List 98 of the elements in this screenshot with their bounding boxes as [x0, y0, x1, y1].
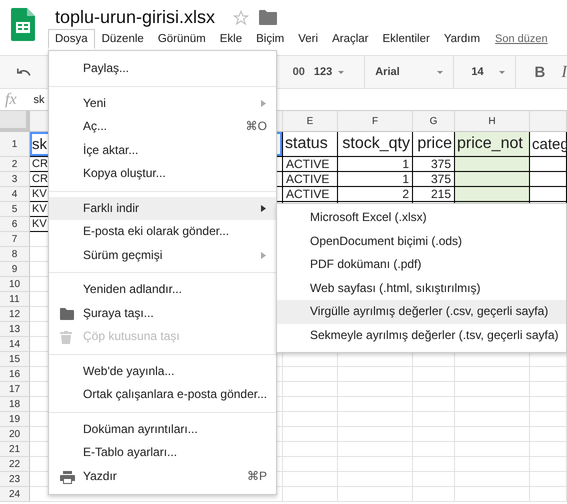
row-number[interactable]: 14	[0, 337, 30, 352]
submenu-arrow-icon	[261, 100, 266, 106]
menu-bar-item[interactable]: Dosya	[48, 29, 95, 49]
menu-bar-item[interactable]: Araçlar	[325, 29, 376, 49]
menu-item[interactable]: Virgülle ayrılmış değerler (.csv, geçerli sayfa)	[277, 300, 566, 324]
menu-item[interactable]: E-Tablo ayarları...	[49, 441, 276, 464]
last-edit-link[interactable]: Son düzen	[495, 33, 548, 45]
row-number[interactable]: 7	[0, 232, 30, 247]
menu-bar-item[interactable]: Yardım	[436, 29, 488, 49]
row-number[interactable]: 20	[0, 427, 30, 442]
table-cell[interactable]	[455, 187, 530, 202]
menu-item[interactable]: Şuraya taşı...	[49, 302, 276, 325]
shortcut-label: ⌘O	[246, 118, 267, 135]
menu-item[interactable]: Yeni	[49, 92, 276, 115]
number-format-dropdown[interactable]: 123	[314, 66, 344, 78]
spreadsheet-logo-icon[interactable]	[11, 8, 35, 41]
table-cell[interactable]: 1	[338, 157, 413, 172]
table-cell[interactable]	[455, 172, 530, 187]
row-number[interactable]: 1	[0, 132, 30, 157]
menu-item[interactable]: İçe aktar...	[49, 138, 276, 162]
row-number[interactable]: 18	[0, 397, 30, 412]
row-number[interactable]: 17	[0, 382, 30, 397]
column-header[interactable]: E	[283, 111, 338, 132]
row-number[interactable]: 12	[0, 307, 30, 322]
formula-field[interactable]: sk	[34, 94, 45, 106]
menu-item[interactable]: Microsoft Excel (.xlsx)	[277, 206, 566, 230]
font-size-dropdown[interactable]: 14	[471, 56, 516, 88]
menu-item[interactable]: Kopya oluştur...	[49, 162, 276, 186]
table-cell[interactable]: status	[283, 132, 338, 157]
folder-icon	[60, 308, 74, 320]
menu-item[interactable]: Sürüm geçmişi	[49, 244, 276, 267]
row-number[interactable]: 9	[0, 262, 30, 277]
row-number[interactable]: 13	[0, 322, 30, 337]
table-cell[interactable]: 2	[338, 187, 413, 202]
caret-icon	[338, 70, 344, 74]
column-header[interactable]: G	[413, 111, 455, 132]
table-cell[interactable]: 1	[338, 172, 413, 187]
caret-icon	[499, 70, 506, 74]
menu-item[interactable]: Ortak çalışanlara e-posta gönder...	[49, 383, 276, 406]
select-all-corner[interactable]	[0, 111, 30, 132]
menu-item[interactable]: Paylaş...	[49, 57, 276, 80]
table-cell[interactable]	[530, 172, 567, 187]
menu-bar-item[interactable]: Eklentiler	[376, 29, 437, 49]
document-title[interactable]: toplu-urun-girisi.xlsx	[55, 7, 216, 28]
caret-icon	[437, 70, 444, 74]
menu-item[interactable]: E-posta eki olarak gönder...	[49, 220, 276, 244]
table-cell[interactable]: ACTIVE	[283, 157, 338, 172]
table-cell[interactable]	[530, 187, 567, 202]
menu-item[interactable]: Yeniden adlandır...	[49, 278, 276, 302]
row-number[interactable]: 6	[0, 217, 30, 232]
menu-item[interactable]: Farklı indir	[49, 196, 276, 220]
printer-icon	[60, 470, 75, 484]
table-cell[interactable]: stock_qty	[338, 132, 413, 157]
bold-button[interactable]: B	[534, 64, 546, 80]
row-number[interactable]: 21	[0, 442, 30, 457]
table-cell[interactable]: price_not	[455, 132, 530, 157]
menu-bar-item[interactable]: Düzenle	[94, 29, 151, 49]
menu-bar-item[interactable]: Ekle	[212, 29, 250, 49]
menu-bar-item[interactable]: Veri	[291, 29, 326, 49]
font-dropdown[interactable]: Arial	[364, 56, 454, 88]
menu-item[interactable]: PDF dokümanı (.pdf)	[277, 253, 566, 277]
menu-item[interactable]: Yazdır ⌘P	[49, 464, 276, 488]
submenu-arrow-icon	[261, 204, 266, 212]
table-cell[interactable]	[530, 157, 567, 172]
row-number[interactable]: 11	[0, 292, 30, 307]
row-number[interactable]: 16	[0, 367, 30, 382]
row-number[interactable]: 4	[0, 187, 30, 202]
shortcut-label: ⌘P	[246, 468, 267, 484]
table-cell[interactable]	[455, 157, 530, 172]
undo-icon[interactable]	[17, 67, 31, 77]
row-number[interactable]: 19	[0, 412, 30, 427]
menu-bar-item[interactable]: Biçim	[249, 29, 292, 49]
formula-icon: fx	[5, 90, 17, 108]
table-cell[interactable]: ACTIVE	[283, 172, 338, 187]
row-number[interactable]: 8	[0, 247, 30, 262]
row-number[interactable]: 24	[0, 487, 30, 502]
menu-item[interactable]: Aç... ⌘O	[49, 115, 276, 138]
decimal-format-button[interactable]: 00	[292, 66, 305, 78]
row-number[interactable]: 5	[0, 202, 30, 217]
trash-icon	[60, 331, 72, 344]
row-number[interactable]: 3	[0, 172, 30, 187]
menu-item[interactable]: OpenDocument biçimi (.ods)	[277, 230, 566, 254]
menu-item[interactable]: Sekmeyle ayrılmış değerler (.tsv, geçerli sayfa)	[277, 324, 566, 348]
menu-item[interactable]: Web sayfası (.html, sıkıştırılmış)	[277, 276, 566, 300]
folder-icon[interactable]	[259, 10, 278, 25]
column-header[interactable]: F	[338, 111, 413, 132]
row-number[interactable]: 10	[0, 277, 30, 292]
menu-item[interactable]: Doküman ayrıntıları...	[49, 418, 276, 441]
table-cell[interactable]: ACTIVE	[283, 187, 338, 202]
row-number[interactable]: 22	[0, 457, 30, 472]
column-header[interactable]	[530, 111, 567, 132]
menu-bar-item[interactable]: Görünüm	[150, 29, 213, 49]
star-icon[interactable]	[233, 10, 250, 26]
submenu-arrow-icon	[261, 252, 266, 258]
row-number[interactable]: 2	[0, 157, 30, 172]
row-number[interactable]: 15	[0, 352, 30, 367]
row-number[interactable]: 23	[0, 472, 30, 487]
menu-item[interactable]: Web'de yayınla...	[49, 360, 276, 383]
